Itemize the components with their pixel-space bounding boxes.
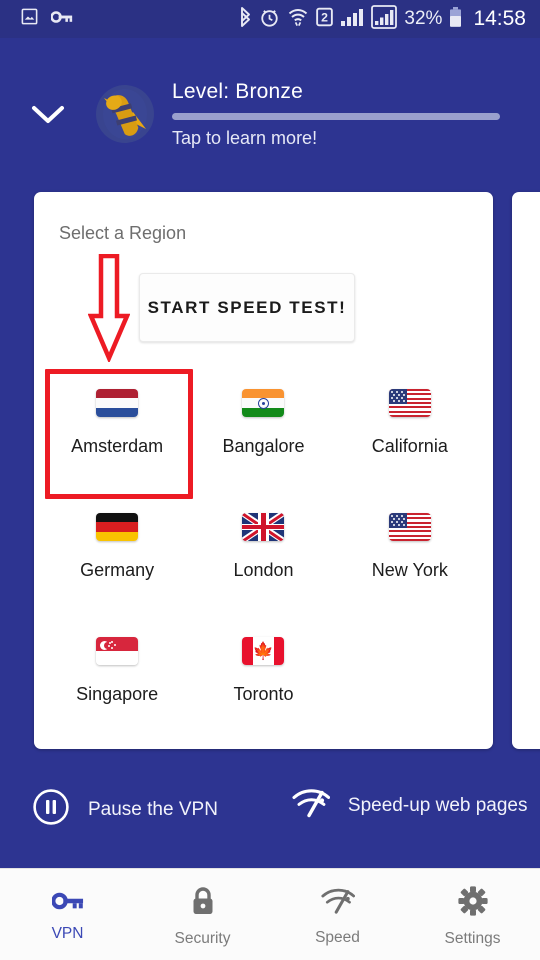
region-item-california[interactable]: California <box>337 370 483 494</box>
germany-flag-icon <box>96 513 139 541</box>
region-label: New York <box>371 560 448 580</box>
nav-label: Speed <box>315 928 360 946</box>
battery-icon <box>449 6 462 33</box>
signal-bars-boxed-icon <box>371 4 398 34</box>
start-speed-test-button[interactable]: START SPEED TEST! <box>139 273 355 342</box>
india-flag-icon <box>242 389 285 417</box>
status-bar-left-icons <box>20 7 73 31</box>
pause-vpn-button[interactable]: Pause the VPN <box>32 788 218 831</box>
speed-up-web-pages-button[interactable]: Speed-up web pages <box>292 788 528 823</box>
level-subtitle[interactable]: Tap to learn more! <box>172 128 500 149</box>
speed-icon <box>292 788 330 823</box>
nav-item-speed[interactable]: Speed <box>270 869 405 960</box>
region-item-germany[interactable]: Germany <box>44 494 190 618</box>
region-label: Singapore <box>76 684 159 704</box>
speed-icon <box>320 887 355 920</box>
region-card-carousel[interactable]: Select a Region START SPEED TEST! Amster… <box>0 192 540 754</box>
nav-label: Security <box>174 929 231 947</box>
maple-leaf-icon: 🍁 <box>252 641 275 661</box>
speed-up-web-pages-label: Speed-up web pages <box>347 794 528 816</box>
region-label: Bangalore <box>222 436 305 456</box>
image-icon <box>20 7 39 31</box>
level-title: Level: Bronze <box>172 79 304 103</box>
vpn-action-row: Pause the VPN Speed-up web pages <box>0 768 540 868</box>
netherlands-flag-icon <box>96 389 139 417</box>
sim-2-icon: 2 <box>316 6 334 33</box>
nav-item-security[interactable]: Security <box>135 869 270 960</box>
region-grid-empty-cell <box>337 618 483 742</box>
region-item-new-york[interactable]: New York <box>337 494 483 618</box>
region-item-london[interactable]: London <box>190 494 336 618</box>
signal-bars-icon <box>340 6 364 33</box>
battery-percent-label: 32% <box>404 8 443 29</box>
collapse-header-button[interactable] <box>0 98 96 131</box>
level-header[interactable]: Level: Bronze Tap to learn more! <box>0 38 540 190</box>
section-label: Select a Region <box>59 223 187 243</box>
chevron-down-icon <box>31 104 65 131</box>
status-bar-right-icons: 2 32% 14:58 <box>238 4 526 34</box>
region-item-amsterdam[interactable]: Amsterdam <box>44 370 190 494</box>
singapore-flag-icon <box>96 637 139 665</box>
level-info: Level: Bronze Tap to learn more! <box>172 80 540 149</box>
region-item-toronto[interactable]: 🍁 Toronto <box>190 618 336 742</box>
region-grid: Amsterdam Bangalore California Germany L… <box>44 370 483 742</box>
svg-text:2: 2 <box>321 10 328 24</box>
next-card-peek[interactable] <box>512 192 540 749</box>
region-item-singapore[interactable]: Singapore <box>44 618 190 742</box>
nav-item-vpn[interactable]: VPN <box>0 869 135 960</box>
nav-label: VPN <box>51 924 84 942</box>
bottom-navigation-bar: VPN Security Speed Settings <box>0 868 540 960</box>
key-icon <box>50 891 84 916</box>
uk-flag-icon <box>242 513 285 541</box>
gear-icon <box>457 885 488 921</box>
status-bar: 2 32% 14:58 <box>0 0 540 38</box>
pause-circle-icon <box>32 788 70 831</box>
canada-flag-icon: 🍁 <box>242 637 285 665</box>
clock-label: 14:58 <box>473 7 526 30</box>
region-label: Amsterdam <box>71 436 164 456</box>
bee-mascot-icon <box>96 85 154 143</box>
region-label: London <box>233 560 294 580</box>
pause-vpn-label: Pause the VPN <box>88 798 218 820</box>
usa-flag-icon <box>388 389 431 417</box>
alarm-icon <box>259 6 280 33</box>
level-progress-bar <box>172 112 500 120</box>
region-label: California <box>371 436 448 456</box>
nav-label: Settings <box>444 929 501 947</box>
bluetooth-icon <box>238 6 252 33</box>
wifi-icon <box>287 6 309 33</box>
nav-item-settings[interactable]: Settings <box>405 869 540 960</box>
ashoka-chakra-icon <box>257 397 269 409</box>
region-label: Toronto <box>233 684 294 704</box>
key-icon <box>50 10 73 29</box>
usa-flag-icon <box>388 513 431 541</box>
lock-icon <box>190 886 216 921</box>
region-label: Germany <box>80 560 155 580</box>
select-region-card: Select a Region START SPEED TEST! Amster… <box>34 192 493 749</box>
region-item-bangalore[interactable]: Bangalore <box>190 370 336 494</box>
